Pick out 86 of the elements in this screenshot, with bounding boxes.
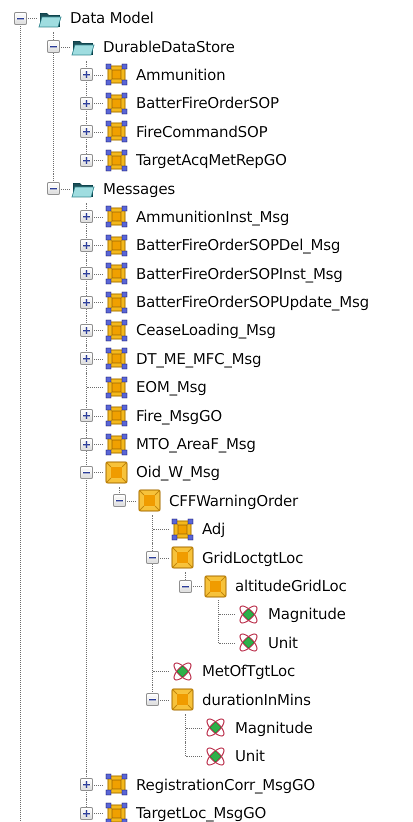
- plus-icon: [82, 212, 91, 222]
- tree-item-label[interactable]: FireCommandSOP: [136, 122, 268, 141]
- class-icon: [104, 318, 129, 343]
- tree-item-label[interactable]: Fire_MsgGO: [136, 406, 222, 425]
- tree-item-label[interactable]: GridLoctgtLoc: [202, 548, 304, 567]
- collapse-toggle[interactable]: [47, 182, 60, 196]
- expand-toggle[interactable]: [80, 324, 93, 337]
- tree-item-label[interactable]: DurableDataStore: [103, 38, 235, 56]
- box-icon: [170, 545, 195, 570]
- class-icon: [104, 432, 129, 457]
- tree-item-label[interactable]: BatterFireOrderSOPDel_Msg: [136, 236, 340, 254]
- tree-item-label[interactable]: TargetLoc_MsgGO: [136, 804, 266, 822]
- tree-item-label[interactable]: Adj: [202, 520, 226, 538]
- class-icon: [104, 800, 129, 822]
- expand-toggle[interactable]: [80, 409, 93, 422]
- plus-icon: [82, 240, 91, 250]
- expand-toggle[interactable]: [80, 296, 93, 309]
- class-icon: [104, 772, 129, 798]
- plus-icon: [82, 808, 91, 818]
- plus-icon: [82, 156, 91, 165]
- tree-item-label[interactable]: Data Model: [70, 9, 154, 28]
- tree-item-label[interactable]: Magnitude: [235, 718, 313, 737]
- expand-toggle[interactable]: [80, 125, 93, 138]
- expand-toggle[interactable]: [80, 438, 93, 451]
- plus-icon: [82, 269, 91, 278]
- tree-item-label[interactable]: Unit: [268, 634, 298, 652]
- tree-item-label[interactable]: EOM_Msg: [136, 378, 207, 396]
- tree-item-label[interactable]: durationInMins: [202, 690, 311, 709]
- class-icon: [104, 204, 129, 230]
- class-icon: [104, 119, 129, 144]
- plus-icon: [82, 70, 91, 80]
- class-icon: [104, 232, 129, 258]
- expand-toggle[interactable]: [80, 68, 93, 82]
- box-icon: [170, 687, 195, 712]
- class-icon: [104, 403, 129, 428]
- box-icon: [203, 574, 228, 598]
- box-icon: [137, 488, 162, 514]
- box-icon: [104, 460, 129, 485]
- tree-item-label[interactable]: MTO_AreaF_Msg: [136, 435, 256, 454]
- plus-icon: [82, 411, 91, 420]
- expand-toggle[interactable]: [80, 96, 93, 110]
- tree-item-label[interactable]: DT_ME_MFC_Msg: [136, 350, 262, 368]
- tree-item-label[interactable]: TargetAcqMetRepGO: [136, 151, 287, 170]
- class-icon: [104, 148, 129, 173]
- class-icon: [104, 90, 129, 116]
- tree-item-label[interactable]: BatterFireOrderSOPUpdate_Msg: [136, 293, 369, 312]
- class-icon: [170, 516, 195, 542]
- tree-item-label[interactable]: Messages: [103, 180, 175, 198]
- tree-item-label[interactable]: Magnitude: [268, 605, 346, 624]
- expand-toggle[interactable]: [80, 778, 93, 792]
- expand-toggle[interactable]: [80, 806, 93, 820]
- tree-item-label[interactable]: Unit: [235, 747, 265, 766]
- collapse-toggle[interactable]: [80, 466, 93, 479]
- collapse-toggle[interactable]: [14, 12, 27, 25]
- tree-item-label[interactable]: RegistrationCorr_MsgGO: [136, 776, 315, 794]
- plus-icon: [82, 780, 91, 790]
- collapse-toggle[interactable]: [113, 494, 126, 508]
- collapse-toggle[interactable]: [47, 40, 60, 54]
- expand-toggle[interactable]: [80, 267, 93, 280]
- expand-toggle[interactable]: [80, 352, 93, 366]
- plus-icon: [82, 127, 91, 136]
- tree-item-label[interactable]: altitudeGridLoc: [235, 577, 347, 595]
- plus-icon: [82, 354, 91, 364]
- expand-toggle[interactable]: [80, 238, 93, 252]
- tree-item-label[interactable]: MetOfTgtLoc: [202, 662, 296, 680]
- expand-toggle[interactable]: [80, 154, 93, 167]
- class-icon: [104, 374, 129, 400]
- tree-item-label[interactable]: AmmunitionInst_Msg: [136, 208, 290, 226]
- expand-toggle[interactable]: [80, 210, 93, 224]
- plus-icon: [82, 440, 91, 449]
- collapse-toggle[interactable]: [146, 551, 159, 564]
- plus-icon: [82, 326, 91, 335]
- tree-item-label[interactable]: Ammunition: [136, 66, 226, 84]
- class-icon: [104, 346, 129, 372]
- class-icon: [104, 290, 129, 315]
- tree-item-label[interactable]: CFFWarningOrder: [169, 492, 298, 510]
- class-icon: [104, 261, 129, 286]
- collapse-toggle[interactable]: [179, 580, 192, 592]
- tree-item-label[interactable]: BatterFireOrderSOPInst_Msg: [136, 264, 343, 283]
- plus-icon: [82, 298, 91, 307]
- tree-item-label[interactable]: CeaseLoading_Msg: [136, 321, 276, 340]
- tree-item-label[interactable]: Oid_W_Msg: [136, 463, 220, 482]
- tree-item-label[interactable]: BatterFireOrderSOP: [136, 94, 279, 112]
- plus-icon: [82, 98, 91, 108]
- class-icon: [104, 62, 129, 88]
- collapse-toggle[interactable]: [146, 693, 159, 706]
